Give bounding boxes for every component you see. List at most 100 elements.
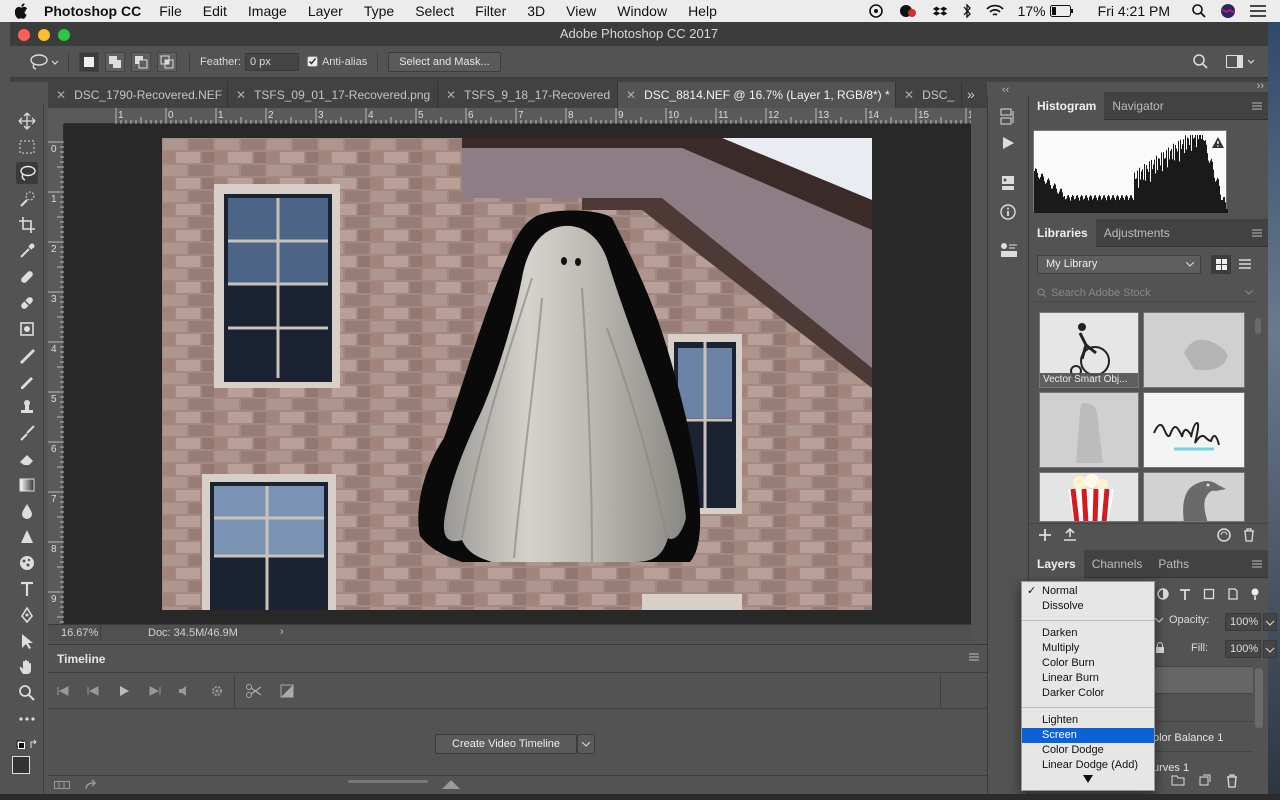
upload-icon[interactable] xyxy=(1063,528,1077,542)
warning-icon[interactable] xyxy=(1211,136,1225,149)
gradient-tool-icon[interactable] xyxy=(16,474,38,496)
menu-select[interactable]: Select xyxy=(415,3,454,19)
stock-search[interactable]: Search Adobe Stock xyxy=(1033,282,1257,302)
trash-icon[interactable] xyxy=(1243,528,1255,542)
clone-stamp-tool-icon[interactable] xyxy=(16,318,38,340)
shape-filter-icon[interactable] xyxy=(1203,588,1215,600)
timeline-zoom-slider[interactable] xyxy=(348,780,428,783)
zoom-tool-icon[interactable] xyxy=(16,682,38,704)
tab-channels[interactable]: Channels xyxy=(1084,550,1151,578)
close-tab-icon[interactable]: ✕ xyxy=(626,82,636,108)
art-history-brush-icon[interactable] xyxy=(16,422,38,444)
menu-edit[interactable]: Edit xyxy=(203,3,227,19)
library-select[interactable]: My Library xyxy=(1037,255,1201,274)
blend-option-color-dodge[interactable]: Color Dodge xyxy=(1022,743,1154,758)
select-and-mask-button[interactable]: Select and Mask... xyxy=(388,51,501,72)
layer-row-color-balance[interactable]: olor Balance 1 xyxy=(1149,722,1253,752)
new-layer-icon[interactable] xyxy=(1199,774,1211,786)
list-view-icon[interactable] xyxy=(1239,259,1251,270)
tab-dsc-1790[interactable]: ✕ DSC_1790-Recovered.NEF xyxy=(48,82,228,108)
first-frame-icon[interactable] xyxy=(56,685,70,697)
zoom-mountain-icon[interactable] xyxy=(442,779,460,789)
lasso-preset-icon[interactable] xyxy=(30,53,60,70)
panel-menu-icon[interactable] xyxy=(1252,229,1262,237)
blend-option-dissolve[interactable]: Dissolve xyxy=(1022,599,1154,614)
marquee-tool-icon[interactable] xyxy=(16,136,38,158)
blend-option-screen[interactable]: Screen xyxy=(1022,728,1154,743)
swap-colors-icon[interactable] xyxy=(16,734,38,756)
tab-adjustments[interactable]: Adjustments xyxy=(1096,219,1178,247)
tab-tsfs-9-18-17[interactable]: ✕ TSFS_9_18_17-Recovered xyxy=(438,82,618,108)
workspace-switcher-icon[interactable] xyxy=(1226,54,1256,69)
collapse-arrows-icon[interactable]: ‹‹ xyxy=(1002,84,1009,96)
dropbox-icon[interactable] xyxy=(932,3,948,19)
properties-panel-icon[interactable] xyxy=(1000,242,1018,258)
tab-histogram[interactable]: Histogram xyxy=(1029,91,1105,120)
cc-sync-icon[interactable] xyxy=(1217,528,1233,542)
transition-icon[interactable] xyxy=(280,684,294,698)
timeline-dropdown-icon[interactable] xyxy=(577,734,595,754)
tab-dsc[interactable]: ✕ DSC_ xyxy=(896,82,962,108)
brush-tool-icon[interactable] xyxy=(16,292,38,314)
intersect-selection-icon[interactable] xyxy=(157,51,177,72)
clock[interactable]: Fri 4:21 PM xyxy=(1098,3,1170,19)
blend-option-darken[interactable]: Darken xyxy=(1022,626,1154,641)
move-tool-icon[interactable] xyxy=(16,110,38,132)
document-image[interactable] xyxy=(162,138,872,610)
history-panel-icon[interactable] xyxy=(1000,108,1016,126)
menu-window[interactable]: Window xyxy=(617,3,667,19)
filter-toggle-icon[interactable] xyxy=(1251,588,1259,600)
blend-option-linear-dodge[interactable]: Linear Dodge (Add) xyxy=(1022,758,1154,773)
tab-layers[interactable]: Layers xyxy=(1029,549,1084,578)
feather-input[interactable]: 0 px xyxy=(244,52,299,71)
grid-view-icon[interactable] xyxy=(1211,255,1231,274)
close-window-button[interactable] xyxy=(18,29,30,41)
opacity-dropdown-icon[interactable] xyxy=(1263,613,1277,631)
lock-icon[interactable] xyxy=(1155,642,1165,654)
previous-frame-icon[interactable] xyxy=(86,685,100,697)
bluetooth-icon[interactable] xyxy=(962,3,972,19)
siri-icon[interactable] xyxy=(1220,3,1236,19)
canvas-area[interactable] xyxy=(64,124,971,624)
delete-layer-icon[interactable] xyxy=(1226,774,1238,788)
notification-center-icon[interactable] xyxy=(1250,5,1266,17)
menu-help[interactable]: Help xyxy=(688,3,717,19)
menu-view[interactable]: View xyxy=(566,3,596,19)
tab-paths[interactable]: Paths xyxy=(1150,550,1197,578)
spotlight-search-icon[interactable] xyxy=(1192,4,1206,18)
library-item-transparent[interactable] xyxy=(1143,312,1245,388)
audio-icon[interactable] xyxy=(178,685,190,697)
menu-layer[interactable]: Layer xyxy=(308,3,343,19)
close-tab-icon[interactable]: ✕ xyxy=(446,82,456,108)
blend-option-multiply[interactable]: Multiply xyxy=(1022,641,1154,656)
expand-arrows-icon[interactable]: ›› xyxy=(1257,80,1264,92)
history-brush-tool-icon[interactable] xyxy=(16,344,38,366)
blend-option-lighten[interactable]: Lighten xyxy=(1022,713,1154,728)
vertical-ruler[interactable]: 0 1 2 3 4 5 6 7 8 9 xyxy=(48,124,64,624)
foreground-color-swatch[interactable] xyxy=(12,756,30,774)
tab-libraries[interactable]: Libraries xyxy=(1029,218,1096,247)
tab-tsfs-09-01-17[interactable]: ✕ TSFS_09_01_17-Recovered.png xyxy=(228,82,438,108)
blend-option-normal[interactable]: Normal xyxy=(1022,584,1154,599)
layers-scrollbar[interactable] xyxy=(1255,668,1263,728)
sponge-tool-icon[interactable] xyxy=(16,552,38,574)
crop-tool-icon[interactable] xyxy=(16,214,38,236)
eraser-tool-icon[interactable] xyxy=(16,448,38,470)
3d-panel-icon[interactable] xyxy=(1000,174,1016,192)
blend-option-linear-burn[interactable]: Linear Burn xyxy=(1022,671,1154,686)
path-selection-tool-icon[interactable] xyxy=(16,630,38,652)
panel-menu-icon[interactable] xyxy=(969,653,979,661)
filmstrip-icon[interactable] xyxy=(54,781,70,789)
menu-image[interactable]: Image xyxy=(248,3,287,19)
type-tool-icon[interactable] xyxy=(16,578,38,600)
maximize-window-button[interactable] xyxy=(58,29,70,41)
close-tab-icon[interactable]: ✕ xyxy=(236,82,246,108)
new-selection-icon[interactable] xyxy=(79,51,99,72)
blend-option-color-burn[interactable]: Color Burn xyxy=(1022,656,1154,671)
tab-navigator[interactable]: Navigator xyxy=(1104,92,1171,120)
library-item-popcorn[interactable] xyxy=(1039,472,1139,522)
wifi-icon[interactable] xyxy=(985,4,1004,18)
antialias-checkbox[interactable] xyxy=(306,56,318,67)
search-icon[interactable] xyxy=(1193,54,1208,69)
menu-3d[interactable]: 3D xyxy=(527,3,545,19)
